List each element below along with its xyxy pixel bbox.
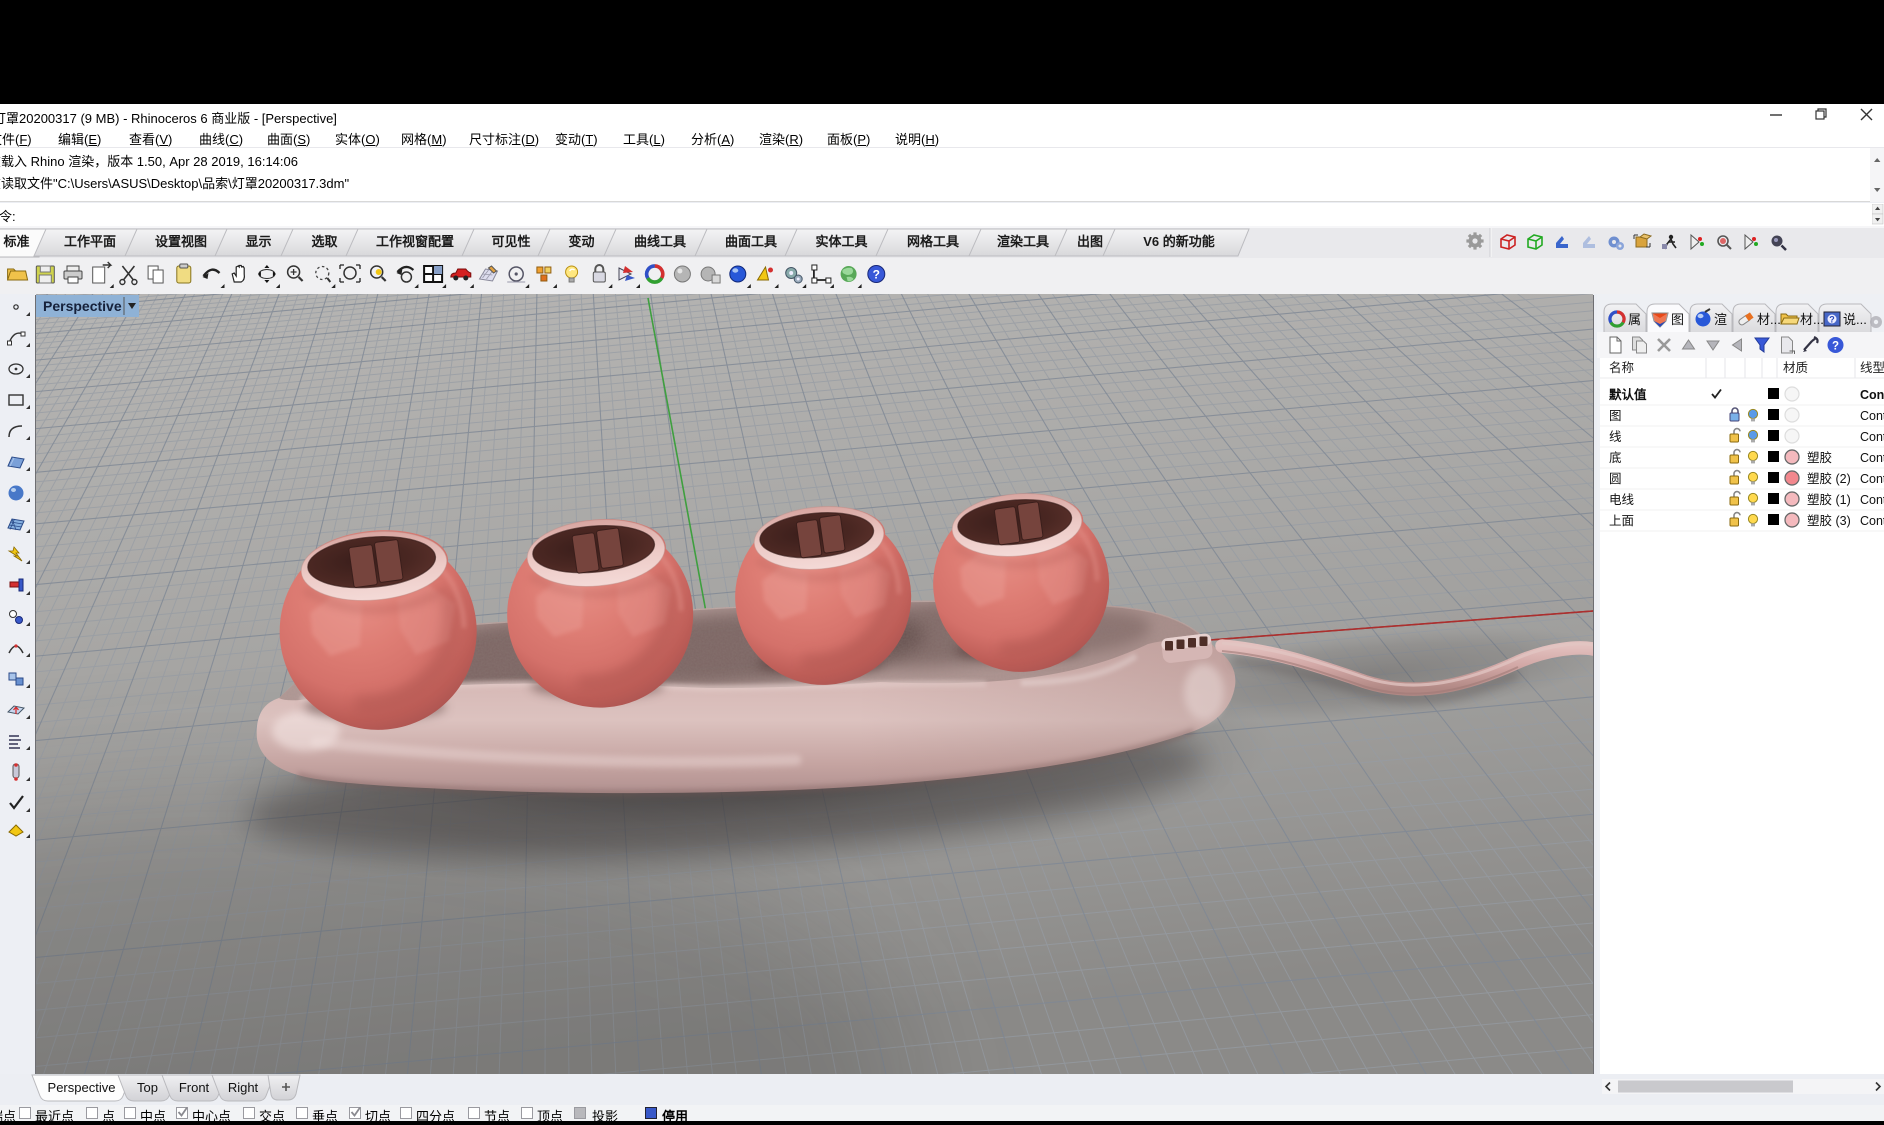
svg-text:Perspective: Perspective [48, 1080, 116, 1095]
svg-text:默认值: 默认值 [1609, 387, 1647, 402]
svg-text:线: 线 [1609, 430, 1622, 444]
svg-text:上面: 上面 [1609, 514, 1634, 528]
svg-text:曲面工具: 曲面工具 [725, 234, 777, 249]
svg-text:渲: 渲 [1714, 312, 1727, 327]
svg-text:Front: Front [179, 1080, 210, 1095]
svg-text:?: ? [1829, 315, 1835, 325]
svg-text:曲线工具: 曲线工具 [634, 234, 686, 249]
svg-text:Cont: Cont [1860, 430, 1884, 444]
svg-text:?: ? [873, 268, 880, 282]
svg-text:Right: Right [228, 1080, 259, 1095]
svg-text:设置视图: 设置视图 [155, 234, 207, 249]
svg-text:图: 图 [1671, 312, 1684, 327]
svg-text:圆: 圆 [1609, 472, 1622, 486]
svg-text:V6 的新功能: V6 的新功能 [1143, 234, 1215, 249]
svg-text:说...: 说... [1843, 312, 1867, 327]
svg-text:?: ? [1832, 341, 1839, 353]
svg-text:选取: 选取 [311, 234, 338, 249]
svg-text:Perspective: Perspective [43, 298, 122, 314]
svg-text:工作视窗配置: 工作视窗配置 [376, 234, 454, 249]
svg-text:材质: 材质 [1783, 361, 1808, 375]
svg-text:Cont: Cont [1860, 472, 1884, 486]
svg-text:材...: 材... [1800, 312, 1824, 327]
svg-text:Cont: Cont [1860, 409, 1884, 423]
svg-text:材...: 材... [1757, 312, 1781, 327]
svg-text:属: 属 [1628, 312, 1641, 327]
svg-text:底: 底 [1609, 450, 1622, 465]
svg-text:出图: 出图 [1077, 234, 1103, 249]
svg-text:实体工具: 实体工具 [815, 234, 867, 249]
svg-text:塑胶: 塑胶 [1807, 450, 1832, 465]
svg-text:工作平面: 工作平面 [64, 234, 116, 249]
svg-text:变动: 变动 [568, 234, 594, 249]
svg-text:电线: 电线 [1609, 493, 1635, 507]
svg-text:Cont: Cont [1860, 451, 1884, 465]
svg-text:塑胶 (1): 塑胶 (1) [1807, 492, 1851, 507]
svg-text:网格工具: 网格工具 [907, 234, 959, 249]
svg-text:显示: 显示 [245, 234, 271, 249]
svg-text:线型: 线型 [1860, 361, 1884, 375]
svg-text:图: 图 [1609, 409, 1622, 423]
svg-text:Cont: Cont [1860, 493, 1884, 507]
svg-text:可见性: 可见性 [491, 234, 530, 249]
svg-text:塑胶 (2): 塑胶 (2) [1807, 471, 1851, 486]
svg-text:Top: Top [137, 1080, 158, 1095]
svg-text:Con: Con [1860, 388, 1884, 402]
svg-text:渲染工具: 渲染工具 [997, 234, 1049, 249]
svg-text:标准: 标准 [2, 234, 29, 249]
svg-text:名称: 名称 [1609, 360, 1634, 375]
svg-text:塑胶 (3): 塑胶 (3) [1807, 513, 1851, 528]
svg-text:Cont: Cont [1860, 514, 1884, 528]
